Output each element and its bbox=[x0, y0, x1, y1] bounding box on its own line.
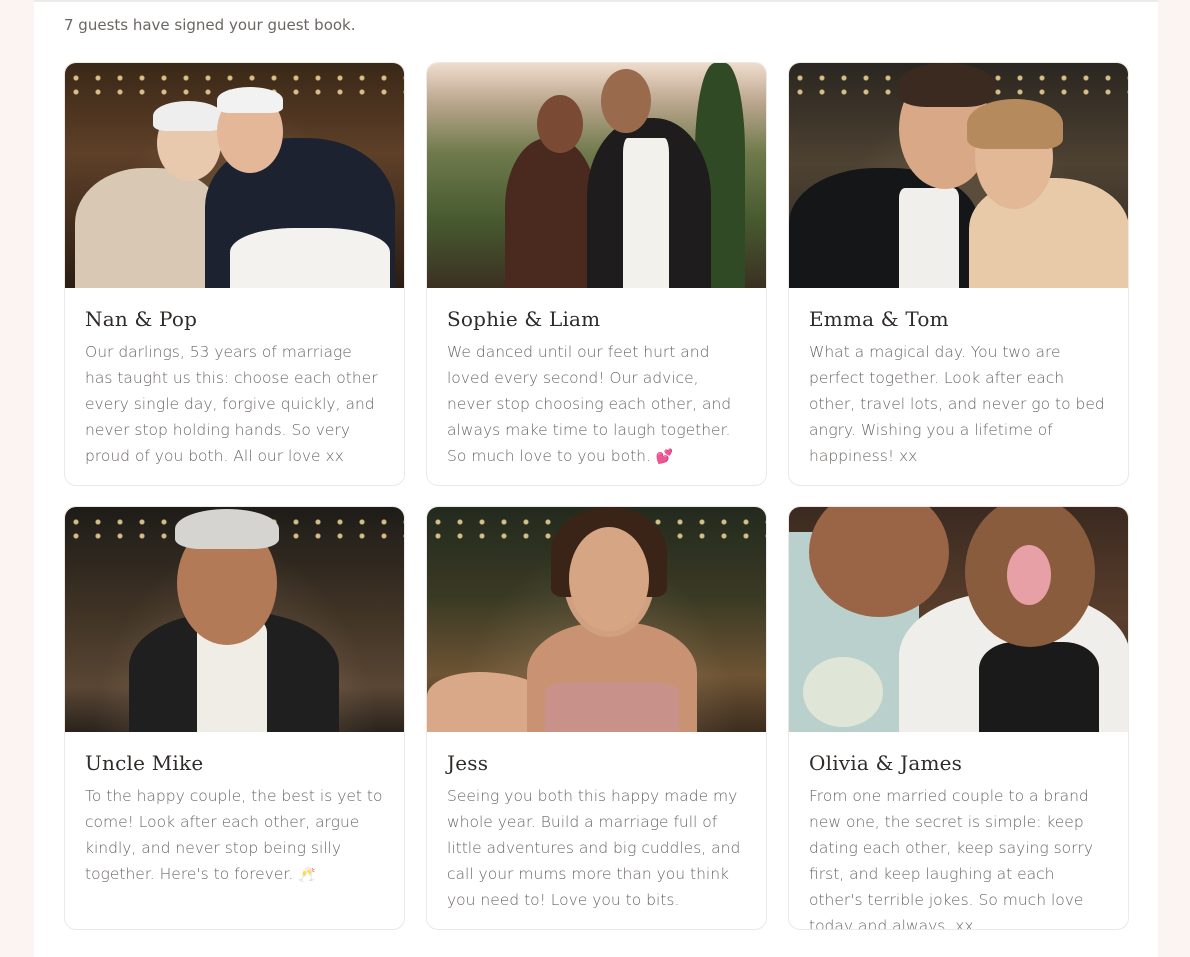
guest-message: Our darlings, 53 years of marriage has t… bbox=[85, 343, 378, 465]
guestbook-card[interactable]: Jess Seeing you both this happy made my … bbox=[426, 506, 767, 930]
guest-photo[interactable] bbox=[65, 63, 404, 288]
guestbook-card[interactable]: Sophie & Liam We danced until our feet h… bbox=[426, 62, 767, 486]
guest-name: Uncle Mike bbox=[85, 751, 204, 775]
guest-name: Nan & Pop bbox=[85, 307, 198, 331]
guest-count-text: 7 guests have signed your guest book. bbox=[64, 16, 356, 34]
guest-photo[interactable] bbox=[789, 507, 1128, 732]
guest-message: What a magical day. You two are perfect … bbox=[809, 343, 1105, 465]
guestbook-card[interactable]: Uncle Mike To the happy couple, the best… bbox=[64, 506, 405, 930]
guest-photo[interactable] bbox=[65, 507, 404, 732]
guest-name: Emma & Tom bbox=[809, 307, 949, 331]
guest-message: From one married couple to a brand new o… bbox=[809, 787, 1094, 930]
hearts-icon: 💕 bbox=[655, 449, 674, 465]
guestbook-card[interactable]: Emma & Tom What a magical day. You two a… bbox=[788, 62, 1129, 486]
guestbook-card[interactable]: Olivia & James From one married couple t… bbox=[788, 506, 1129, 930]
guest-photo[interactable] bbox=[789, 63, 1128, 288]
cheers-icon: 🥂 bbox=[298, 867, 316, 883]
guest-message: To the happy couple, the best is yet to … bbox=[85, 787, 383, 883]
guestbook-card[interactable]: Nan & Pop Our darlings, 53 years of marr… bbox=[64, 62, 405, 486]
guest-photo[interactable] bbox=[427, 507, 766, 732]
guest-name: Jess bbox=[447, 751, 489, 775]
guest-message: Seeing you both this happy made my whole… bbox=[447, 787, 741, 909]
guestbook-panel: 7 guests have signed your guest book. Na… bbox=[34, 0, 1158, 957]
guest-photo[interactable] bbox=[427, 63, 766, 288]
guest-name: Sophie & Liam bbox=[447, 307, 601, 331]
guest-message: We danced until our feet hurt and loved … bbox=[447, 343, 732, 465]
guest-name: Olivia & James bbox=[809, 751, 963, 775]
